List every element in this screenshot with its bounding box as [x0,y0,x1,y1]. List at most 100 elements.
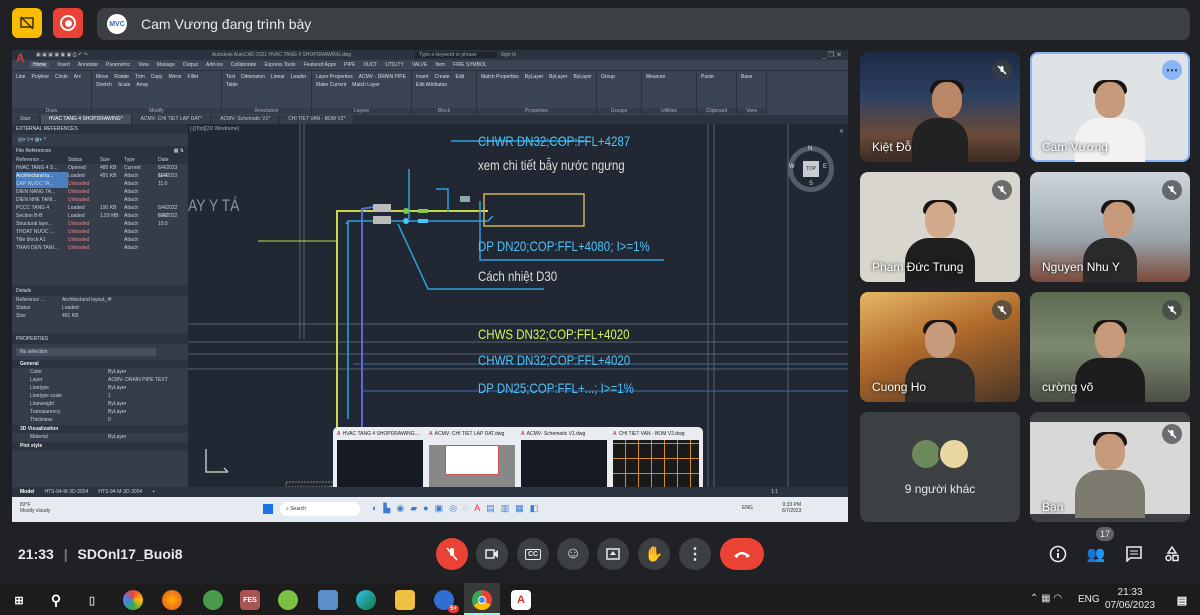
ribbon-button[interactable]: Paste [701,74,714,80]
ribbon-button[interactable]: Polyline [31,74,49,80]
property-row[interactable]: Material ByLayer [12,433,188,441]
ribbon-button[interactable]: Move [96,74,108,80]
weather-widget[interactable]: 83°F Mostly cloudy [20,502,50,514]
xref-row[interactable]: Section B-B Loaded 1.59 MB Attach 6/4/2022 1… [12,212,188,227]
system-clock[interactable]: 21:33 07/06/2023 [1105,586,1155,612]
thumbnail-4[interactable]: A CHI TIET VAN - BOM V2.dwg [613,431,699,491]
property-row[interactable]: Transparency ByLayer [12,408,188,416]
ribbon-button[interactable]: Circle [55,74,68,80]
ribbon-tab-add-ins[interactable]: Add-ins [206,62,223,68]
app-icon-blue[interactable] [318,590,338,610]
xref-row[interactable]: HVAC TANG 4 S... Opened 480 KB Current 6/4/2… [12,164,188,179]
xref-column-header[interactable]: Date [158,156,188,164]
file-tab[interactable]: ACMV- CHI TIET LAP DAT* [132,115,211,124]
leave-call-button[interactable] [720,538,764,570]
xref-row[interactable]: THOAT NUOC ... Unloaded Attach [12,228,188,236]
ribbon-tab-utility[interactable]: UTILITY [385,62,404,68]
ribbon-button[interactable]: Text [226,74,235,80]
xref-row[interactable]: DIEN NHE TANI... Unloaded Attach [12,196,188,204]
app-icon-colorwheel[interactable] [123,590,143,610]
general-section[interactable]: General [12,360,188,368]
ribbon-group-label[interactable]: Properties [477,108,596,114]
xref-row[interactable]: Architectural la... Loaded 491 KB Attach 6/4… [12,172,188,188]
others-tile[interactable]: 9 người khác [860,412,1020,522]
ribbon-tab-collaborate[interactable]: Collaborate [231,62,257,68]
meeting-details-button[interactable] [1048,544,1068,564]
annotation-scale[interactable]: 1:1 [771,489,778,495]
participant-tile-nguyen-nhu-y[interactable]: Nguyen Nhu Y [1030,172,1190,282]
ribbon-button[interactable]: Make Current [316,82,346,88]
ribbon-tab-home[interactable]: Home [30,62,50,68]
participant-tile-cuong-ho[interactable]: Cuong Ho [860,292,1020,402]
ribbon-tab-item[interactable]: Item [435,62,445,68]
ribbon-button[interactable]: ByLayer [525,74,543,80]
ribbon-button[interactable]: Create [435,74,450,80]
ribbon-button[interactable]: Copy [151,74,163,80]
ribbon-button[interactable]: Layer Properties [316,74,353,80]
app-icon-fes[interactable]: FES [240,590,260,610]
thumbnail-3[interactable]: A ACMV- Schematic V1.dwg [521,431,607,491]
xref-column-header[interactable]: Type [124,156,158,164]
ribbon-button[interactable]: Stretch [96,82,112,88]
task-view-icon[interactable]: ▯ [82,590,102,610]
ribbon-button[interactable]: Leader [291,74,307,80]
viewport-close-icon[interactable]: ✕ [839,128,844,135]
xref-row[interactable]: TRAN DEN TANI... Unloaded Attach [12,244,188,252]
thumbnail-2[interactable]: A ACMV- CHI TIET LAP DAT.dwg [429,431,515,493]
xref-column-header[interactable]: Size [100,156,124,164]
people-button[interactable]: 👥 17 [1086,527,1114,564]
sign-in-link[interactable]: Sign In [501,52,517,58]
system-tray-icons[interactable]: ⌃ ▦ ◠ [1030,593,1062,604]
xref-toolbar[interactable]: ▤▾ ⟳▾ ▦▾ ? [12,134,188,146]
chrome-icon[interactable] [472,590,492,610]
ribbon-button[interactable]: Arc [74,74,82,80]
ribbon-button[interactable]: Measure [646,74,665,80]
property-row[interactable]: Layer ACMV- DRAIN PIPE TEXT [12,376,188,384]
file-explorer-icon[interactable] [395,590,415,610]
ribbon-button[interactable]: Match Properties [481,74,519,80]
ribbon-button[interactable]: ByLayer [549,74,567,80]
microphone-toggle[interactable] [436,538,468,570]
property-row[interactable]: Linetype ByLayer [12,384,188,392]
ribbon-button[interactable]: Match Layer [352,82,380,88]
ribbon-button[interactable]: ByLayer [573,74,591,80]
ribbon-tab-fire-symbol[interactable]: FIRE SYMBOL [453,62,487,68]
present-button[interactable] [597,538,629,570]
ribbon-button[interactable]: Mirror [168,74,181,80]
participant-tile-cuong-vo[interactable]: cường võ [1030,292,1190,402]
xref-row[interactable]: PCCC TANG 4 Loaded 190 KB Attach 6/4/2022 9:… [12,204,188,219]
ribbon-group-label[interactable]: Layers [312,108,411,114]
property-row[interactable]: Thickness 0 [12,416,188,424]
no-presenting-icon[interactable] [12,8,42,38]
ribbon-group-label[interactable]: Utilities [642,108,696,114]
ribbon-button[interactable]: Edit [456,74,465,80]
inner-taskbar-apps[interactable]: ◐▙◉▰●▣◎◌A▤▥▦◧ [372,503,544,514]
viewcube[interactable]: TOP N S E W [788,146,834,192]
ribbon-tab-insert[interactable]: Insert [57,62,70,68]
ribbon-tab-pipe[interactable]: PIPE [344,62,355,68]
ribbon-group-label[interactable]: View [737,108,766,114]
ribbon-tab-parametric[interactable]: Parametric [106,62,130,68]
ribbon-tab-valve[interactable]: VALVE [412,62,427,68]
xref-column-header[interactable]: Status [68,156,100,164]
ribbon-tab-annotate[interactable]: Annotate [78,62,98,68]
layout-tab[interactable]: HTS-94-M-3D-3004 [98,489,142,495]
viewcube-top[interactable]: TOP [803,161,819,177]
ribbon-button[interactable]: Fillet [188,74,199,80]
ribbon-button[interactable]: Linear [271,74,285,80]
windows-start-icon[interactable] [263,504,273,514]
file-tab[interactable]: Start [12,115,39,124]
ribbon-button[interactable]: Group [601,74,615,80]
ribbon-group-label[interactable]: Groups [597,108,641,114]
more-options-button[interactable]: ⋮ [679,538,711,570]
ribbon-group-label[interactable]: Modify [92,108,221,114]
xref-column-header[interactable]: Reference ... [16,156,68,164]
3d-visualization-section[interactable]: 3D Visualization [12,425,188,433]
ribbon-group-label[interactable]: Annotation [222,108,311,114]
edge-icon[interactable] [356,590,376,610]
recording-icon[interactable] [53,8,83,38]
ribbon-tab-manage[interactable]: Manage [157,62,175,68]
ribbon-button[interactable]: Insert [416,74,429,80]
more-options-icon[interactable]: ⋯ [1162,60,1182,80]
layout-tab[interactable]: Model [20,489,34,495]
